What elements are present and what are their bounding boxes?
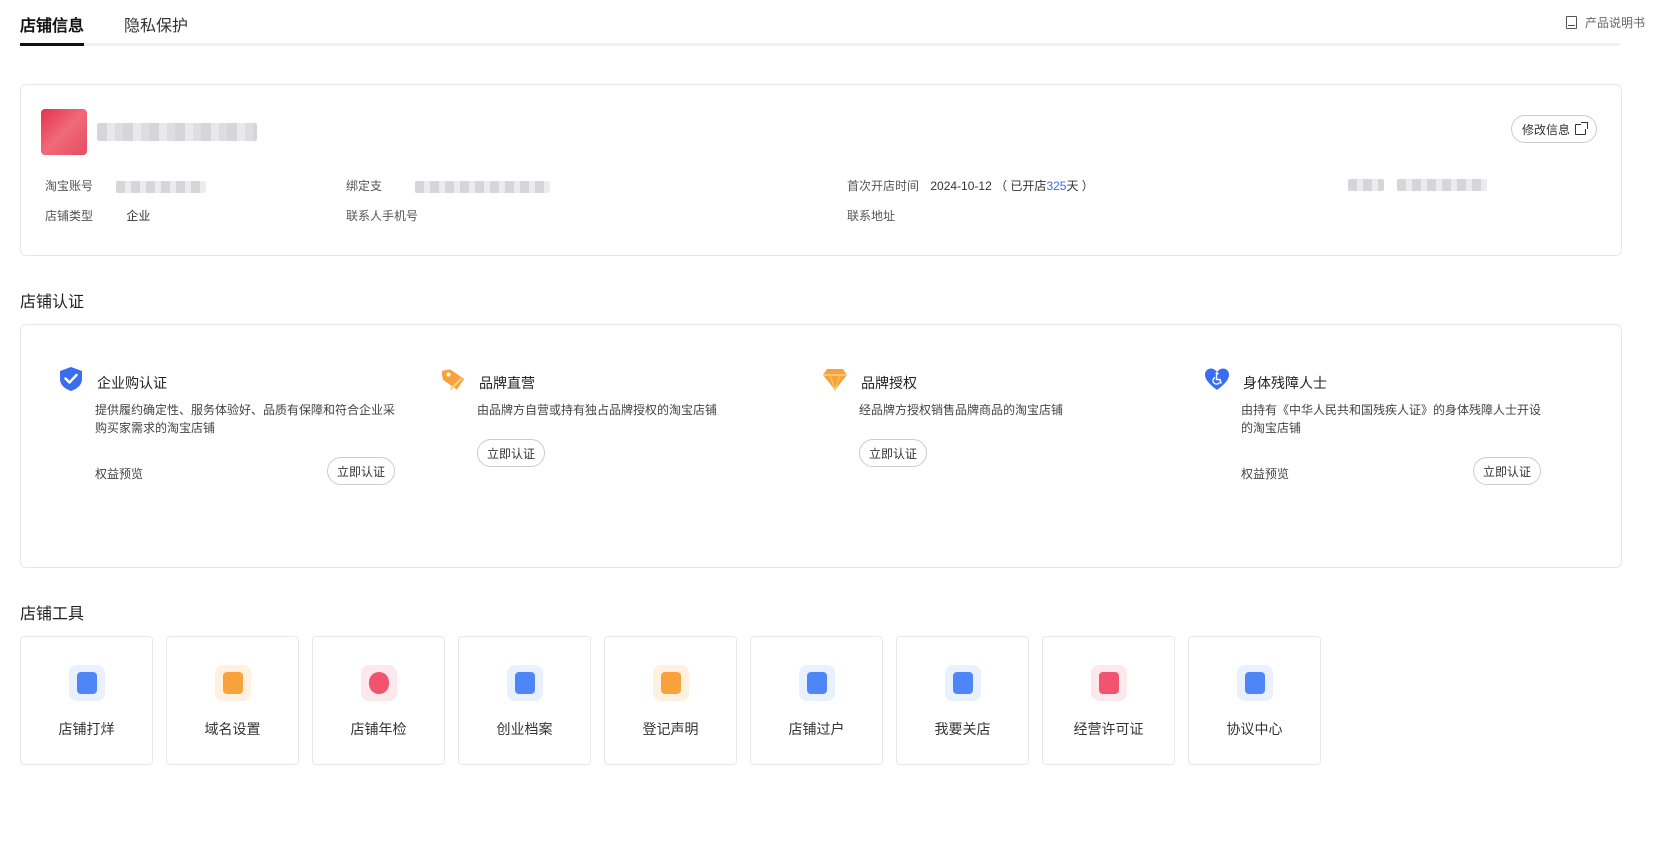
alipay-field: 绑定支: [346, 177, 551, 194]
open-days-value: 325: [1046, 179, 1067, 193]
certification-section-title: 店铺认证: [20, 294, 85, 311]
tool-label: 经营许可证: [1073, 721, 1144, 737]
tool-label: 协议中心: [1226, 721, 1283, 737]
certify-now-button[interactable]: 立即认证: [477, 439, 546, 467]
top-tabs: 店铺信息 隐私保护: [20, 0, 1620, 48]
tool-close-shop[interactable]: 我要关店: [896, 636, 1029, 765]
contact-address-field: 联系地址: [847, 207, 895, 224]
contact-phone-field: 联系人手机号: [346, 207, 418, 224]
certify-now-button[interactable]: 立即认证: [327, 457, 396, 485]
taobao-account-label: 淘宝账号: [45, 179, 94, 193]
alipay-label: 绑定支: [346, 179, 383, 193]
tool-label: 店铺过户: [788, 721, 845, 737]
contact-phone-label: 联系人手机号: [346, 209, 419, 223]
open-days-prefix: （ 已开店: [995, 179, 1047, 193]
tools-section-title: 店铺工具: [20, 606, 85, 623]
cert-desc: 由品牌方自营或持有独占品牌授权的淘宝店铺: [477, 403, 718, 417]
taobao-account-field: 淘宝账号: [45, 177, 207, 194]
first-open-date: 2024-10-12: [930, 179, 992, 193]
book-icon: [1565, 16, 1577, 29]
certification-card: 企业购认证 提供履约确定性、服务体验好、品质有保障和符合企业采购买家需求的淘宝店…: [20, 324, 1622, 568]
tool-label: 创业档案: [496, 721, 553, 737]
tool-annual-inspection[interactable]: 店铺年检: [312, 636, 445, 765]
open-days-suffix: 天 ）: [1066, 179, 1094, 193]
tool-domain-settings[interactable]: 域名设置: [166, 636, 299, 765]
tool-label: 登记声明: [642, 721, 699, 737]
first-open-label: 首次开店时间: [847, 179, 920, 193]
shield-check-icon: [60, 367, 82, 391]
shop-info-card: 修改信息 淘宝账号 绑定支 首次开店时间 2024-10-12 （ 已开店325…: [20, 84, 1622, 256]
cert-desc: 经品牌方授权销售品牌商品的淘宝店铺: [859, 403, 1064, 417]
redacted-label: [1348, 178, 1384, 191]
annual-inspection-icon: [361, 665, 397, 701]
product-manual-label: 产品说明书: [1584, 16, 1645, 30]
tab-privacy[interactable]: 隐私保护: [124, 12, 188, 36]
business-archive-icon: [507, 665, 543, 701]
shop-name-redacted: [97, 123, 257, 141]
tab-active-indicator: [20, 43, 84, 46]
cert-title: 企业购认证: [97, 375, 167, 391]
tool-business-archive[interactable]: 创业档案: [458, 636, 591, 765]
certify-now-button[interactable]: 立即认证: [1473, 457, 1542, 485]
tool-label: 店铺打烊: [58, 721, 115, 737]
tool-label: 店铺年检: [350, 721, 407, 737]
gem-icon: [823, 369, 847, 392]
cert-desc: 由持有《中华人民共和国残疾人证》的身体残障人士开设的淘宝店铺: [1241, 403, 1542, 435]
tool-label: 我要关店: [934, 721, 991, 737]
domain-settings-icon: [215, 665, 251, 701]
accessibility-heart-icon: [1205, 368, 1229, 390]
redacted-value: [1397, 178, 1488, 191]
tool-label: 域名设置: [204, 721, 261, 737]
registration-statement-icon: [653, 665, 689, 701]
redacted-field: [1348, 177, 1488, 191]
tool-shop-closed[interactable]: 店铺打烊: [20, 636, 153, 765]
first-open-field: 首次开店时间 2024-10-12 （ 已开店325天 ）: [847, 177, 1094, 194]
shop-transfer-icon: [799, 665, 835, 701]
cert-title: 品牌直营: [479, 375, 535, 391]
taobao-account-redacted: [116, 180, 207, 193]
contact-address-label: 联系地址: [847, 209, 896, 223]
business-license-icon: [1091, 665, 1127, 701]
shop-closed-icon: [69, 665, 105, 701]
agreement-center-icon: [1237, 665, 1273, 701]
alipay-redacted: [415, 180, 551, 193]
tab-track: [20, 43, 1620, 46]
tool-agreement-center[interactable]: 协议中心: [1188, 636, 1321, 765]
edit-info-button[interactable]: 修改信息: [1510, 115, 1597, 143]
tab-shop-info[interactable]: 店铺信息: [20, 12, 84, 36]
price-tag-icon: [441, 369, 465, 390]
close-shop-icon: [945, 665, 981, 701]
cert-title: 身体残障人士: [1243, 375, 1327, 391]
product-manual-link[interactable]: 产品说明书: [1565, 14, 1645, 31]
benefit-preview-link[interactable]: 权益预览: [95, 465, 143, 482]
certify-now-button[interactable]: 立即认证: [859, 439, 928, 467]
shop-type-field: 店铺类型 企业: [45, 207, 150, 224]
cert-title: 品牌授权: [861, 375, 917, 391]
shop-logo: [41, 109, 87, 155]
external-link-icon: [1575, 121, 1588, 135]
tool-registration-statement[interactable]: 登记声明: [604, 636, 737, 765]
edit-info-label: 修改信息: [1521, 122, 1570, 137]
benefit-preview-link[interactable]: 权益预览: [1241, 465, 1289, 482]
shop-type-label: 店铺类型: [45, 209, 94, 223]
tool-business-license[interactable]: 经营许可证: [1042, 636, 1175, 765]
shop-type-value: 企业: [126, 209, 151, 223]
cert-desc: 提供履约确定性、服务体验好、品质有保障和符合企业采购买家需求的淘宝店铺: [95, 403, 396, 435]
tool-shop-transfer[interactable]: 店铺过户: [750, 636, 883, 765]
